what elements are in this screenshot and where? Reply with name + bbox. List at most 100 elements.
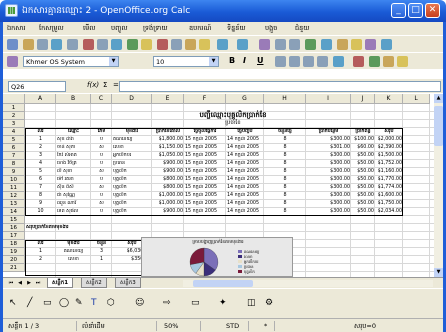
pie-chart[interactable]: ក្រាបបង្ហាញប្រាក់ខែតាមមុខងារ គណនេយ្យ លេខាអ…: [141, 237, 293, 277]
first-sheet-icon[interactable]: ⏮: [7, 280, 15, 287]
paste-icon[interactable]: [185, 39, 196, 50]
justify-icon[interactable]: [317, 56, 328, 67]
redo-icon[interactable]: [237, 39, 248, 50]
row-header[interactable]: 13: [3, 200, 25, 208]
row-header[interactable]: 4: [3, 128, 25, 136]
format-paintbrush-icon[interactable]: [199, 39, 210, 50]
extrusion-icon[interactable]: ⚙: [265, 297, 273, 309]
insert-chart-icon[interactable]: [305, 39, 316, 50]
row-header[interactable]: 21: [3, 264, 25, 272]
menu-help[interactable]: ជំនួយ: [295, 24, 309, 34]
font-name-select[interactable]: Khmer OS System ▼: [23, 56, 119, 67]
edit-file-icon[interactable]: [67, 39, 78, 50]
currency-icon[interactable]: [369, 56, 380, 67]
autospell-icon[interactable]: [141, 39, 152, 50]
row-header[interactable]: 19: [3, 248, 25, 256]
maximize-button[interactable]: □: [408, 3, 423, 18]
navigator-icon[interactable]: [351, 39, 362, 50]
horizontal-scrollbar[interactable]: [183, 280, 433, 287]
status-zoom[interactable]: 50%: [161, 321, 201, 331]
menu-tools[interactable]: ឧបករណ៍: [189, 24, 211, 34]
column-header[interactable]: F: [184, 94, 226, 104]
horizontal-scroll-thumb[interactable]: [193, 280, 253, 287]
last-sheet-icon[interactable]: ⏭: [34, 280, 42, 287]
gallery-icon[interactable]: [365, 39, 376, 50]
name-box[interactable]: Q26: [8, 81, 66, 92]
status-page-style[interactable]: លំនាំដើម: [79, 321, 157, 331]
column-header[interactable]: G: [226, 94, 264, 104]
row-header[interactable]: 9: [3, 168, 25, 176]
row-header[interactable]: 16: [3, 224, 25, 232]
tab-sheet-2[interactable]: សន្លឹក2: [81, 278, 107, 288]
next-sheet-icon[interactable]: ▶: [25, 280, 33, 287]
email-icon[interactable]: [51, 39, 62, 50]
row-header[interactable]: 20: [3, 256, 25, 264]
cut-icon[interactable]: [157, 39, 168, 50]
column-header[interactable]: D: [112, 94, 152, 104]
row-header[interactable]: 11: [3, 184, 25, 192]
column-header[interactable]: H: [264, 94, 306, 104]
row-header[interactable]: 8: [3, 160, 25, 168]
spellcheck-icon[interactable]: [127, 39, 138, 50]
function-wizard-button[interactable]: f(x): [87, 81, 99, 89]
row-header[interactable]: 14: [3, 208, 25, 216]
align-right-icon[interactable]: [303, 56, 314, 67]
row-header[interactable]: 10: [3, 176, 25, 184]
italic-button[interactable]: I: [243, 56, 246, 65]
styles-icon[interactable]: [7, 56, 18, 67]
scroll-down-icon[interactable]: ▼: [434, 268, 443, 277]
block-arrows-icon[interactable]: ⇨: [163, 297, 171, 309]
symbol-shapes-icon[interactable]: ☺: [135, 297, 144, 309]
menu-file[interactable]: ឯកសារ: [7, 24, 26, 34]
tab-sheet-3[interactable]: សន្លឹក3: [115, 278, 141, 288]
menu-format[interactable]: ទ្រង់ទ្រាយ: [143, 24, 168, 34]
summary-title[interactable]: សរុបប្រាក់ខែតាមមុខងារ: [25, 224, 165, 232]
underline-button[interactable]: U: [257, 56, 264, 65]
rectangle-icon[interactable]: ▭: [43, 297, 52, 309]
spreadsheet-grid[interactable]: A B C D E F G H I J K L 1 2 3 4 5 6 7 8 9 10 11 12 13 14 15 16 17 18 1…: [3, 94, 434, 277]
menu-edit[interactable]: កែសម្រួល: [39, 24, 64, 34]
menu-insert[interactable]: បញ្ចូល: [111, 24, 128, 34]
font-size-select[interactable]: 10 ▼: [153, 56, 219, 67]
align-center-icon[interactable]: [289, 56, 300, 67]
row-header[interactable]: 7: [3, 152, 25, 160]
find-icon[interactable]: [337, 39, 348, 50]
flowchart-icon[interactable]: ▭: [191, 297, 200, 309]
row-header[interactable]: 1: [3, 104, 25, 112]
menu-data[interactable]: ទិន្នន័យ: [227, 24, 246, 34]
new-icon[interactable]: [7, 39, 18, 50]
bold-button[interactable]: B: [229, 56, 235, 65]
column-header[interactable]: J: [351, 94, 375, 104]
copy-icon[interactable]: [171, 39, 182, 50]
sort-descending-icon[interactable]: [289, 39, 300, 50]
row-header[interactable]: 5: [3, 136, 25, 144]
prev-sheet-icon[interactable]: ◀: [16, 280, 24, 287]
column-header[interactable]: K: [375, 94, 403, 104]
scroll-thumb[interactable]: [434, 106, 443, 146]
tab-sheet-1[interactable]: សន្លឹក1: [47, 278, 74, 288]
close-button[interactable]: ✕: [425, 3, 440, 18]
show-draw-icon[interactable]: [321, 39, 332, 50]
align-left-icon[interactable]: [275, 56, 286, 67]
sort-ascending-icon[interactable]: [275, 39, 286, 50]
open-icon[interactable]: [23, 39, 34, 50]
ellipse-icon[interactable]: ◯: [59, 297, 69, 309]
sum-button[interactable]: Σ: [103, 81, 107, 89]
merge-cells-icon[interactable]: [333, 56, 344, 67]
menu-view[interactable]: មើល: [83, 24, 95, 34]
basic-shapes-icon[interactable]: ⬡: [107, 297, 115, 309]
menu-window[interactable]: បង្អួច: [265, 24, 277, 34]
number-format-icon[interactable]: [397, 56, 408, 67]
preview-icon[interactable]: [111, 39, 122, 50]
column-header[interactable]: A: [25, 94, 56, 104]
column-header[interactable]: B: [56, 94, 91, 104]
row-header[interactable]: 3: [3, 120, 25, 128]
column-header[interactable]: E: [152, 94, 184, 104]
export-pdf-icon[interactable]: [83, 39, 94, 50]
vertical-scrollbar[interactable]: ▲ ▼: [434, 94, 443, 277]
pie-slice[interactable]: [189, 247, 205, 265]
freeform-icon[interactable]: ✎: [75, 297, 83, 309]
fontwork-icon[interactable]: ◫: [247, 297, 256, 309]
stars-icon[interactable]: ✦: [219, 297, 227, 309]
scroll-up-icon[interactable]: ▲: [434, 94, 443, 103]
